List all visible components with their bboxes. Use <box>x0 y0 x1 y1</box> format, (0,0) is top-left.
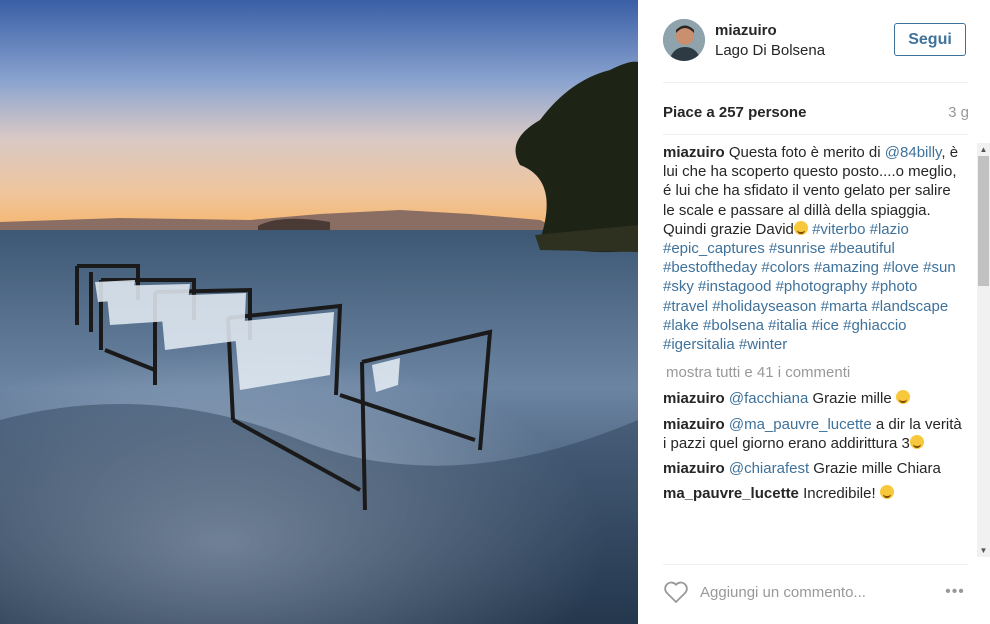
more-options-icon[interactable]: ••• <box>940 582 970 602</box>
post-sidebar: miazuiro Lago Di Bolsena Segui Piace a 2… <box>638 0 990 624</box>
caption-username[interactable]: miazuiro <box>663 144 725 161</box>
comment-mention[interactable]: @ma_pauvre_lucette <box>729 416 872 433</box>
comment-item: ma_pauvre_lucette Incredibile! <box>663 484 963 503</box>
caption-mention[interactable]: @84billy <box>885 144 942 161</box>
smile-emoji-icon <box>895 390 910 405</box>
post-photo <box>0 0 638 624</box>
comment-item: miazuiro @facchiana Grazie mille <box>663 389 963 408</box>
divider <box>663 82 968 83</box>
comment-username[interactable]: miazuiro <box>663 390 725 407</box>
comments-scrollbar[interactable]: ▲ ▼ <box>977 143 990 557</box>
divider <box>663 134 968 135</box>
comment-mention[interactable]: @facchiana <box>729 390 808 407</box>
grinning-emoji-icon <box>793 220 808 235</box>
caption-hashtags[interactable]: #viterbo #lazio #epic_captures #sunrise … <box>663 221 956 353</box>
comment-username[interactable]: miazuiro <box>663 460 725 477</box>
scrollbar-thumb[interactable] <box>978 156 989 286</box>
comment-username[interactable]: miazuiro <box>663 416 725 433</box>
heart-icon[interactable] <box>663 580 689 604</box>
post-age[interactable]: 3 g <box>948 104 969 121</box>
comments-list: miazuiro Questa foto è merito di @84bill… <box>663 143 979 557</box>
grinning-emoji-icon <box>909 434 924 449</box>
divider <box>663 564 968 565</box>
show-more-comments[interactable]: mostra tutti e 41 i commenti <box>666 363 966 382</box>
comment-item: miazuiro @chiarafest Grazie mille Chiara <box>663 459 963 478</box>
comment-input[interactable] <box>700 581 920 603</box>
follow-button[interactable]: Segui <box>894 23 966 56</box>
comment-text: Incredibile! <box>803 485 876 503</box>
likes-count[interactable]: Piace a 257 persone <box>663 104 806 121</box>
scroll-down-icon[interactable]: ▼ <box>977 544 990 557</box>
comment-item: miazuiro @ma_pauvre_lucette a dir la ver… <box>663 415 963 453</box>
comment-mention[interactable]: @chiarafest <box>729 460 809 477</box>
comment-text: Grazie mille <box>812 390 892 408</box>
scroll-up-icon[interactable]: ▲ <box>977 143 990 156</box>
post-header: miazuiro Lago Di Bolsena Segui <box>638 0 990 82</box>
caption: miazuiro Questa foto è merito di @84bill… <box>663 143 963 354</box>
avatar[interactable] <box>663 19 705 61</box>
surprised-emoji-icon <box>879 485 894 500</box>
comment-text: Grazie mille Chiara <box>813 460 941 478</box>
comment-username[interactable]: ma_pauvre_lucette <box>663 485 799 502</box>
post-username[interactable]: miazuiro <box>715 22 777 39</box>
post-location[interactable]: Lago Di Bolsena <box>715 42 825 59</box>
caption-text: Questa foto è merito di <box>728 144 881 161</box>
